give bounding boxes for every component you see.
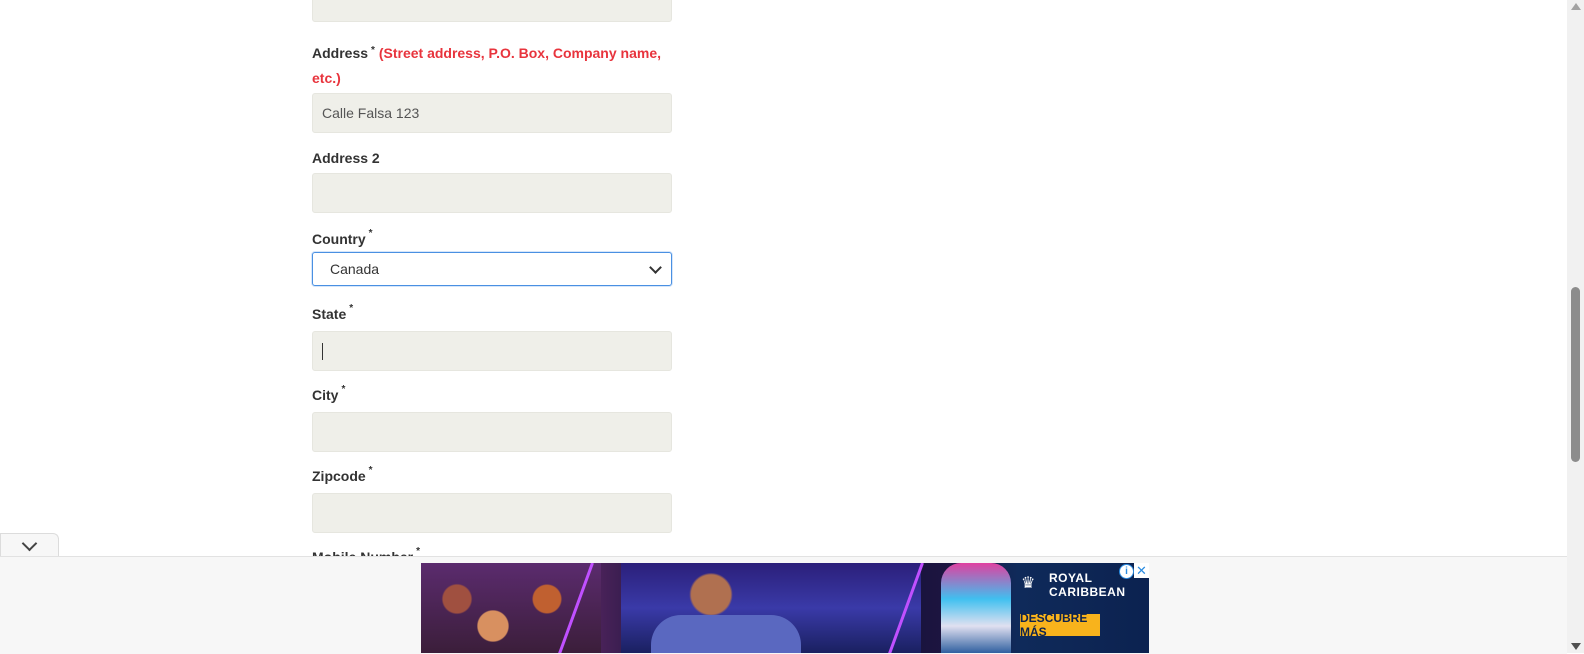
city-label: City * [312, 384, 346, 403]
chevron-down-icon [649, 260, 662, 274]
ad-brand-line1: ROYAL [1049, 571, 1093, 585]
country-select[interactable]: Canada [312, 252, 672, 286]
address-input-value: Calle Falsa 123 [322, 105, 420, 121]
address2-input[interactable] [312, 173, 672, 213]
required-mark: * [341, 384, 346, 395]
address-label: Address * (Street address, P.O. Box, Comp… [312, 41, 672, 91]
vertical-scrollbar[interactable] [1567, 0, 1584, 653]
ad-image-bed [651, 615, 801, 653]
text-caret [322, 342, 323, 360]
state-input[interactable] [312, 331, 672, 371]
required-mark: * [368, 465, 373, 476]
required-mark: * [371, 45, 375, 56]
address-label-text: Address [312, 45, 369, 61]
city-input[interactable] [312, 412, 672, 452]
address-input[interactable]: Calle Falsa 123 [312, 93, 672, 133]
ad-close-icon[interactable]: ✕ [1134, 563, 1149, 578]
country-selected-value: Canada [330, 261, 380, 277]
country-label: Country * [312, 228, 373, 247]
chevron-down-icon [21, 535, 38, 552]
zipcode-label-text: Zipcode [312, 468, 366, 484]
ad-collapse-button[interactable] [0, 533, 59, 558]
country-label-text: Country [312, 231, 366, 247]
city-label-text: City [312, 387, 339, 403]
required-mark: * [349, 303, 354, 314]
scrollbar-thumb[interactable] [1571, 287, 1580, 462]
ad-brand-line2: CARIBBEAN [1049, 585, 1126, 599]
required-mark: * [368, 228, 373, 239]
ad-info-icon[interactable]: i [1119, 564, 1134, 579]
ad-image-ship-attraction [941, 563, 1011, 653]
crown-logo-icon: ♛ [1021, 575, 1036, 592]
address2-label-text: Address 2 [312, 150, 380, 166]
ad-banner[interactable]: ♛ ROYAL CARIBBEAN DESCUBRE MÁS i ✕ [421, 563, 1149, 653]
scroll-down-arrow-icon[interactable] [1571, 643, 1581, 650]
ad-cta-button[interactable]: DESCUBRE MÁS [1020, 611, 1100, 639]
scroll-up-arrow-icon[interactable] [1571, 3, 1581, 10]
zipcode-label: Zipcode * [312, 465, 373, 484]
address2-label: Address 2 [312, 150, 380, 166]
ad-brand: ROYAL CARIBBEAN [1049, 571, 1126, 599]
state-label: State * [312, 303, 354, 322]
previous-field-input[interactable] [312, 0, 672, 22]
state-label-text: State [312, 306, 347, 322]
zipcode-input[interactable] [312, 493, 672, 533]
